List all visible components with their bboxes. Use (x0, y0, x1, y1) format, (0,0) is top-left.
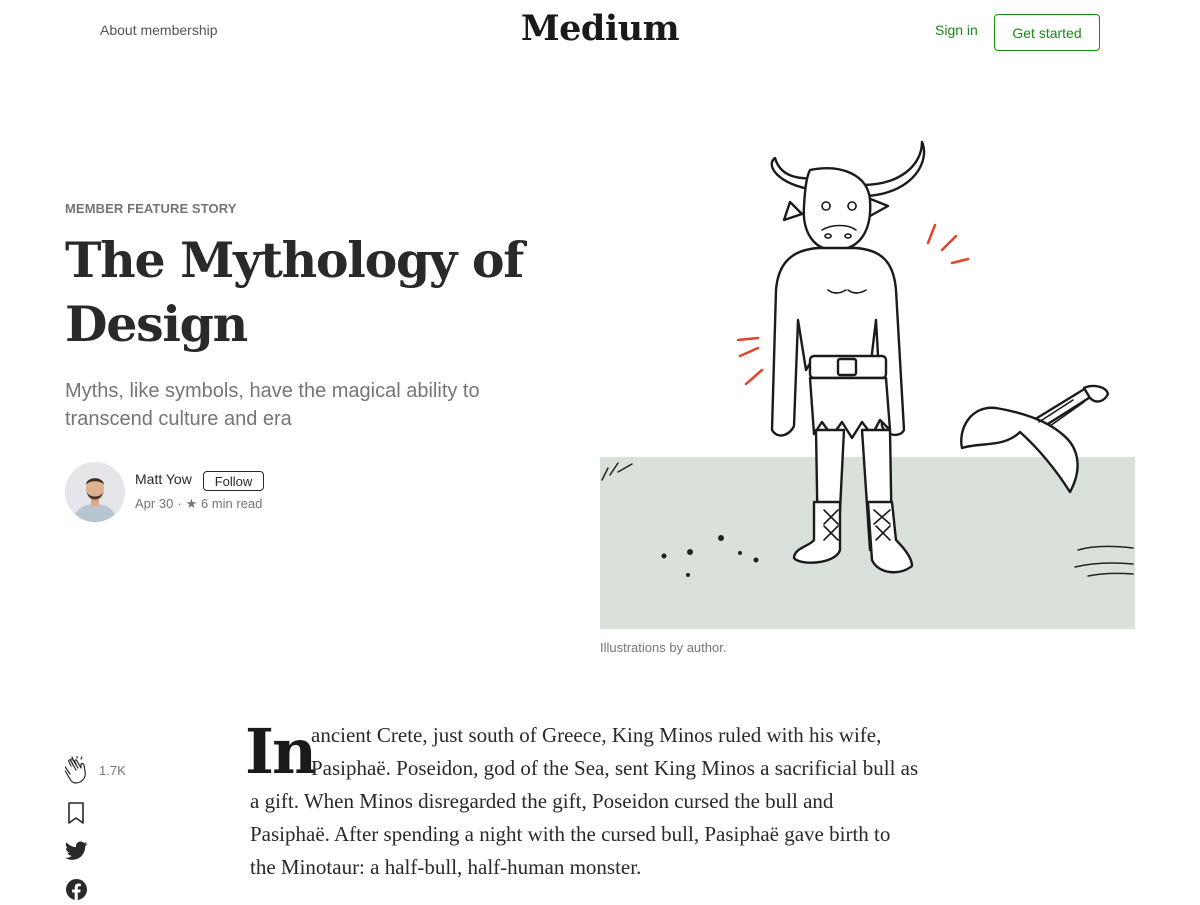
clap-count: 1.7K (99, 763, 126, 778)
drop-cap: In (245, 715, 317, 788)
page-title: The Mythology of Design (65, 231, 524, 353)
story-subtitle: Myths, like symbols, have the magical ab… (65, 380, 480, 430)
article-line: a gift. When Minos disregarded the gift,… (250, 789, 834, 813)
bookmark-button[interactable] (67, 801, 85, 825)
story-meta: Apr 30 · ★ 6 min read (135, 496, 262, 512)
figure-caption: Illustrations by author. (600, 640, 727, 655)
bookmark-icon (68, 802, 84, 824)
article-line: Pasiphaë. After spending a night with th… (250, 822, 891, 846)
article-line: Pasiphaë. Poseidon, god of the Sea, sent… (311, 756, 919, 780)
share-facebook-button[interactable] (66, 879, 87, 900)
get-started-button[interactable]: Get started (994, 14, 1100, 51)
publish-date: Apr 30 (135, 496, 174, 511)
author-avatar[interactable] (65, 462, 125, 522)
sign-in-link[interactable]: Sign in (935, 22, 978, 38)
twitter-icon (65, 841, 88, 860)
article-line: the Minotaur: a half-bull, half-human mo… (250, 855, 642, 879)
read-time: 6 min read (200, 496, 263, 511)
minotaur-illustration (600, 130, 1135, 630)
clap-button[interactable] (63, 755, 91, 784)
story-kicker: MEMBER FEATURE STORY (65, 201, 237, 216)
person-avatar-icon (65, 462, 125, 522)
clap-icon (63, 755, 86, 784)
member-star-icon: ★ (185, 496, 198, 511)
article-line: ancient Crete, just south of Greece, Kin… (311, 723, 882, 747)
follow-button[interactable]: Follow (203, 471, 264, 491)
facebook-icon (66, 879, 87, 900)
share-twitter-button[interactable] (65, 841, 88, 861)
author-name[interactable]: Matt Yow (135, 471, 192, 487)
meta-separator: · (177, 496, 182, 511)
